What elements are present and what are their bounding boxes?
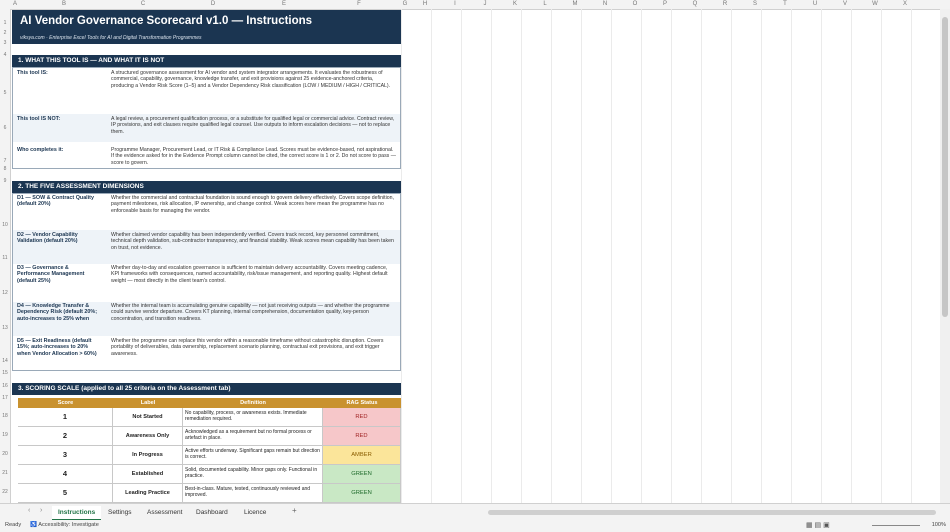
horizontal-scrollbar[interactable] (488, 510, 936, 515)
column-letter[interactable]: K (510, 0, 520, 9)
score-definition: Solid, documented capability. Minor gaps… (183, 465, 323, 483)
row-number[interactable]: 7 (0, 158, 10, 164)
rag-status: RED (323, 427, 401, 445)
header-definition: Definition (240, 400, 266, 406)
row-number[interactable]: 9 (0, 178, 10, 184)
rag-status: GREEN (323, 484, 401, 502)
status-bar: Ready ♿ Accessibility: Investigate ▦ ▤ ▣… (0, 520, 950, 532)
score-value: 4 (18, 465, 113, 483)
zoom-level: 100% (931, 522, 946, 528)
column-letter[interactable]: T (780, 0, 790, 9)
score-definition: Acknowledged as a requirement but no for… (183, 427, 323, 445)
score-row[interactable]: 2 Awareness Only Acknowledged as a requi… (18, 427, 401, 446)
score-value: 5 (18, 484, 113, 502)
accessibility-text: Accessibility: Investigate (38, 522, 99, 528)
column-letter[interactable]: D (208, 0, 218, 9)
row-number[interactable]: 21 (0, 470, 10, 476)
row-number[interactable]: 5 (0, 90, 10, 96)
accessibility-status[interactable]: ♿ Accessibility: Investigate (30, 522, 99, 528)
header-score: Score (57, 400, 74, 406)
tab-dashboard[interactable]: Dashboard (190, 506, 234, 519)
column-letter[interactable]: J (480, 0, 490, 9)
column-letter[interactable]: S (750, 0, 760, 9)
column-letter[interactable]: X (900, 0, 910, 9)
row-number[interactable]: 13 (0, 325, 10, 331)
score-row[interactable]: 1 Not Started No capability, process, or… (18, 408, 401, 427)
score-row[interactable]: 3 In Progress Active efforts underway. S… (18, 446, 401, 465)
row-number[interactable]: 15 (0, 370, 10, 376)
vertical-scrollbar[interactable] (940, 9, 950, 503)
scoring-table-header: Score Label Definition RAG Status (18, 398, 401, 408)
column-letter[interactable]: L (540, 0, 550, 9)
column-letter[interactable]: B (59, 0, 69, 9)
scroll-thumb[interactable] (942, 17, 948, 317)
column-letter[interactable]: I (450, 0, 460, 9)
tab-instructions[interactable]: Instructions (52, 506, 102, 521)
row-header-bar: 1 2 3 4 5 6 7 8 9 10 11 12 13 14 15 16 17 18 19 20 21 22 (0, 9, 11, 503)
score-label: Awareness Only (113, 427, 183, 445)
score-value: 2 (18, 427, 113, 445)
tab-licence[interactable]: Licence (238, 506, 272, 519)
row-number[interactable]: 19 (0, 432, 10, 438)
tab-assessment[interactable]: Assessment (141, 506, 188, 519)
row-number[interactable]: 3 (0, 40, 10, 46)
score-row[interactable]: 5 Leading Practice Best-in-class. Mature… (18, 484, 401, 503)
tab-settings[interactable]: Settings (102, 506, 138, 519)
column-letter[interactable]: R (720, 0, 730, 9)
column-letter[interactable]: G (400, 0, 410, 9)
score-label: Established (113, 465, 183, 483)
row-number[interactable]: 1 (0, 20, 10, 26)
score-definition: Active efforts underway. Significant gap… (183, 446, 323, 464)
column-letter[interactable]: N (600, 0, 610, 9)
column-letter[interactable]: V (840, 0, 850, 9)
row-number[interactable]: 6 (0, 125, 10, 131)
rag-status: RED (323, 408, 401, 426)
row-number[interactable]: 12 (0, 290, 10, 296)
prev-sheet-icon[interactable]: ‹ (28, 507, 30, 514)
score-definition: Best-in-class. Mature, tested, continuou… (183, 484, 323, 502)
score-label: Leading Practice (113, 484, 183, 502)
empty-grid-area[interactable] (401, 9, 940, 503)
status-ready: Ready (5, 522, 22, 528)
row-number[interactable]: 10 (0, 222, 10, 228)
column-letter[interactable]: C (138, 0, 148, 9)
zoom-slider[interactable] (872, 525, 920, 526)
row-number[interactable]: 22 (0, 489, 10, 495)
row-number[interactable]: 18 (0, 413, 10, 419)
column-letter[interactable]: E (279, 0, 289, 9)
score-value: 1 (18, 408, 113, 426)
score-row[interactable]: 4 Established Solid, documented capabili… (18, 465, 401, 484)
row-number[interactable]: 2 (0, 30, 10, 36)
header-label: Label (140, 400, 156, 406)
row-number[interactable]: 17 (0, 395, 10, 401)
score-label: Not Started (113, 408, 183, 426)
add-sheet-icon[interactable]: + (292, 506, 297, 515)
score-definition: No capability, process, or awareness exi… (183, 408, 323, 426)
sheet-tab-bar: ‹ › Instructions Settings Assessment Das… (0, 503, 950, 521)
column-letter[interactable]: M (570, 0, 580, 9)
row-number[interactable]: 14 (0, 358, 10, 364)
column-letter[interactable]: Q (690, 0, 700, 9)
column-letter[interactable]: U (810, 0, 820, 9)
column-letter[interactable]: W (870, 0, 880, 9)
row-number[interactable]: 11 (0, 255, 10, 261)
scoring-table-layer: Score Label Definition RAG Status 1 Not … (12, 10, 401, 503)
row-number[interactable]: 20 (0, 451, 10, 457)
rag-status: AMBER (323, 446, 401, 464)
rag-status: GREEN (323, 465, 401, 483)
column-letter[interactable]: O (630, 0, 640, 9)
column-letter[interactable]: H (420, 0, 430, 9)
column-letter[interactable]: P (660, 0, 670, 9)
column-letter[interactable]: F (354, 0, 364, 9)
next-sheet-icon[interactable]: › (40, 507, 42, 514)
score-label: In Progress (113, 446, 183, 464)
view-mode-icons[interactable]: ▦ ▤ ▣ (806, 521, 830, 529)
row-number[interactable]: 16 (0, 383, 10, 389)
row-number[interactable]: 8 (0, 166, 10, 172)
score-value: 3 (18, 446, 113, 464)
column-letter[interactable]: A (10, 0, 20, 9)
row-number[interactable]: 4 (0, 52, 10, 58)
header-rag: RAG Status (346, 400, 378, 406)
